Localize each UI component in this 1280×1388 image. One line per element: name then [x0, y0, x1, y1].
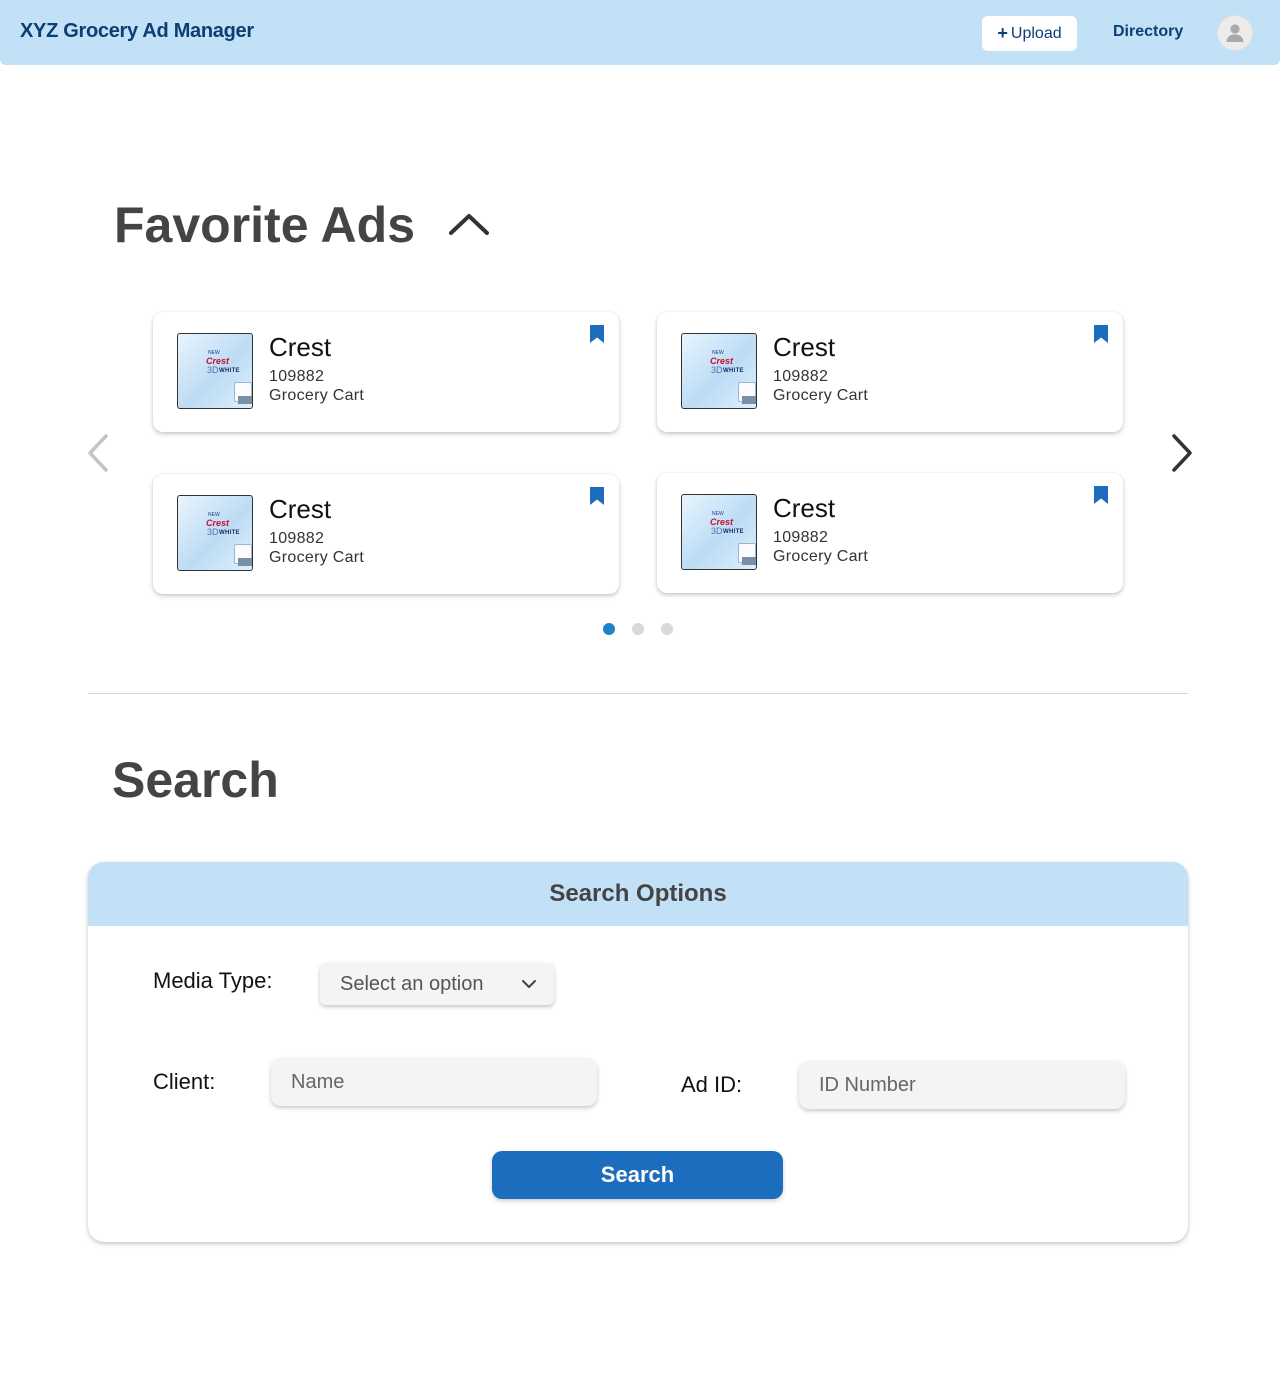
favorite-ad-card[interactable]: NEW Crest 3D WHITE Crest 109882 Grocery … — [153, 312, 619, 432]
thumbnail-product-image — [742, 396, 756, 404]
search-button[interactable]: Search — [492, 1151, 783, 1199]
ad-media-type: Grocery Cart — [773, 387, 869, 404]
upload-button[interactable]: + Upload — [982, 16, 1077, 51]
thumbnail-text: WHITE — [723, 368, 744, 374]
chevron-up-icon[interactable] — [446, 206, 492, 242]
chevron-down-icon — [520, 977, 538, 991]
ad-media-type: Grocery Cart — [773, 548, 869, 565]
thumbnail-text: WHITE — [219, 368, 240, 374]
client-name-input[interactable] — [271, 1058, 597, 1106]
ad-name: Crest — [773, 493, 836, 523]
favorites-heading: Favorite Ads — [114, 197, 416, 253]
ad-name: Crest — [269, 332, 332, 362]
chevron-right-icon[interactable] — [1166, 433, 1196, 473]
ad-id: 109882 — [773, 529, 829, 546]
thumbnail-text: 3D — [711, 526, 723, 536]
client-label: Client: — [153, 1069, 216, 1094]
plus-icon: + — [997, 23, 1008, 43]
search-options-header: Search Options — [88, 862, 1188, 926]
app-title: XYZ Grocery Ad Manager — [20, 20, 254, 42]
ad-name: Crest — [773, 332, 836, 362]
bookmark-icon[interactable] — [1093, 485, 1109, 505]
bookmark-icon[interactable] — [589, 486, 605, 506]
ad-media-type: Grocery Cart — [269, 549, 365, 566]
thumbnail-product-image — [742, 557, 756, 565]
thumbnail-text: WHITE — [219, 530, 240, 536]
carousel-page-dot-2[interactable] — [632, 623, 644, 635]
ad-id-label: Ad ID: — [681, 1072, 743, 1097]
media-type-select[interactable]: Select an option — [320, 963, 554, 1005]
upload-label: Upload — [1010, 24, 1062, 42]
ad-name: Crest — [269, 494, 332, 524]
media-type-select-value: Select an option — [340, 973, 484, 995]
thumbnail-product-image — [238, 558, 252, 566]
chevron-left-icon[interactable] — [84, 433, 114, 473]
thumbnail-text: WHITE — [723, 529, 744, 535]
ad-thumbnail: NEW Crest 3D WHITE — [681, 333, 757, 409]
carousel-page-dot-1[interactable] — [603, 623, 615, 635]
ad-media-type: Grocery Cart — [269, 387, 365, 404]
media-type-label: Media Type: — [153, 968, 273, 993]
ad-id-input[interactable] — [799, 1061, 1125, 1109]
thumbnail-text: 3D — [207, 527, 219, 537]
carousel-page-dot-3[interactable] — [661, 623, 673, 635]
user-avatar-icon[interactable] — [1217, 15, 1253, 51]
section-divider — [88, 693, 1188, 694]
ad-thumbnail: NEW Crest 3D WHITE — [681, 494, 757, 570]
thumbnail-text: 3D — [711, 365, 723, 375]
ad-id: 109882 — [773, 368, 829, 385]
ad-thumbnail: NEW Crest 3D WHITE — [177, 333, 253, 409]
directory-link[interactable]: Directory — [1113, 23, 1183, 41]
favorite-ad-card[interactable]: NEW Crest 3D WHITE Crest 109882 Grocery … — [153, 474, 619, 594]
thumbnail-text: 3D — [207, 365, 219, 375]
ad-id: 109882 — [269, 530, 325, 547]
ad-thumbnail: NEW Crest 3D WHITE — [177, 495, 253, 571]
thumbnail-product-image — [238, 396, 252, 404]
bookmark-icon[interactable] — [589, 324, 605, 344]
search-heading: Search — [112, 752, 279, 808]
favorite-ad-card[interactable]: NEW Crest 3D WHITE Crest 109882 Grocery … — [657, 473, 1123, 593]
bookmark-icon[interactable] — [1093, 324, 1109, 344]
search-options-panel: Search Options Media Type: Select an opt… — [88, 862, 1188, 1242]
favorite-ad-card[interactable]: NEW Crest 3D WHITE Crest 109882 Grocery … — [657, 312, 1123, 432]
top-nav-bar: XYZ Grocery Ad Manager + Upload Director… — [0, 0, 1280, 65]
ad-id: 109882 — [269, 368, 325, 385]
